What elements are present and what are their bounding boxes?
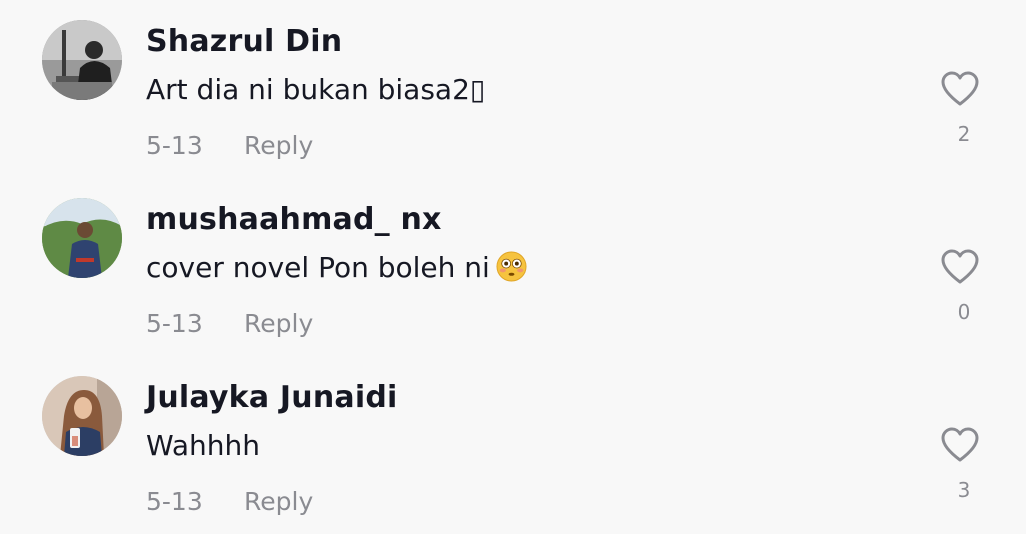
comment-date: 5-13 (146, 131, 203, 160)
comment-text: cover novel Pon boleh ni (146, 251, 527, 284)
comment-item: Shazrul Din Art dia ni bukan biasa2▯ 5-1… (0, 0, 1026, 178)
comment-date: 5-13 (146, 487, 203, 516)
avatar-image (42, 20, 122, 100)
username[interactable]: mushaahmad_ nx (146, 202, 442, 237)
comment-text-content: cover novel Pon boleh ni (146, 251, 490, 284)
flushed-face-emoji (496, 251, 527, 282)
comment-item: mushaahmad_ nx cover novel Pon boleh ni … (0, 178, 1026, 356)
comment-item: Julayka Junaidi Wahhhh 5-13 Reply 3 (0, 356, 1026, 534)
heart-outline-icon[interactable] (940, 248, 980, 286)
comment-text: Art dia ni bukan biasa2▯ (146, 73, 486, 106)
reply-button[interactable]: Reply (244, 309, 313, 338)
heart-outline-icon[interactable] (940, 426, 980, 464)
avatar-image (42, 376, 122, 456)
like-count: 2 (957, 122, 971, 146)
like-count: 0 (957, 300, 971, 324)
avatar[interactable] (42, 20, 122, 100)
heart-outline-icon[interactable] (940, 70, 980, 108)
like-count: 3 (957, 478, 971, 502)
reply-button[interactable]: Reply (244, 131, 313, 160)
comment-text: Wahhhh (146, 429, 261, 462)
username[interactable]: Julayka Junaidi (146, 380, 397, 415)
avatar[interactable] (42, 376, 122, 456)
avatar-image (42, 198, 122, 278)
comment-date: 5-13 (146, 309, 203, 338)
username[interactable]: Shazrul Din (146, 24, 342, 59)
reply-button[interactable]: Reply (244, 487, 313, 516)
avatar[interactable] (42, 198, 122, 278)
